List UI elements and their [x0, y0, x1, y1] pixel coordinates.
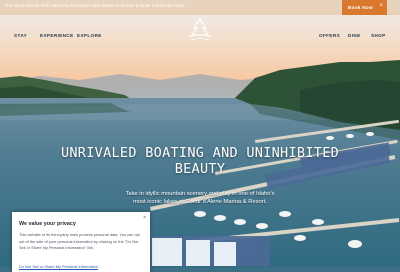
close-icon[interactable]: ×	[143, 215, 146, 221]
hero-subtext-line-2: most iconic lakes at Coeur d'Alene Marin…	[133, 199, 267, 205]
privacy-body: This website or its third-party tools pr…	[19, 232, 140, 251]
nav-item-shop[interactable]: SHOP	[371, 33, 386, 38]
nav-item-explore[interactable]: EXPLORE	[77, 33, 102, 38]
nav-item-stay[interactable]: STAY	[14, 33, 27, 38]
privacy-popup: × We value your privacy This website or …	[12, 212, 150, 272]
privacy-title: We value your privacy	[19, 221, 76, 227]
nav-item-dine[interactable]: DINE	[348, 33, 361, 38]
resort-logo-icon[interactable]	[184, 16, 216, 44]
hero-headline-line-1: UNRIVALED BOATING AND UNINHIBITED	[60, 145, 340, 161]
hero-subtext-line-1: Take in idyllic mountain scenery and pla…	[125, 191, 275, 197]
book-now-label: Book Now	[348, 4, 373, 10]
hero-headline-line-2: BEAUTY	[174, 161, 226, 177]
announcement-bar: Our Pend Oreille Fish Hatchery Extended …	[0, 0, 400, 15]
announcement-text: Our Pend Oreille Fish Hatchery Extended …	[5, 3, 185, 8]
book-now-button[interactable]: Book Now ×	[342, 0, 387, 15]
nav-item-offers[interactable]: OFFERS	[319, 33, 340, 38]
nav-item-experience[interactable]: EXPERIENCE	[40, 33, 74, 38]
close-icon[interactable]: ×	[379, 3, 383, 9]
